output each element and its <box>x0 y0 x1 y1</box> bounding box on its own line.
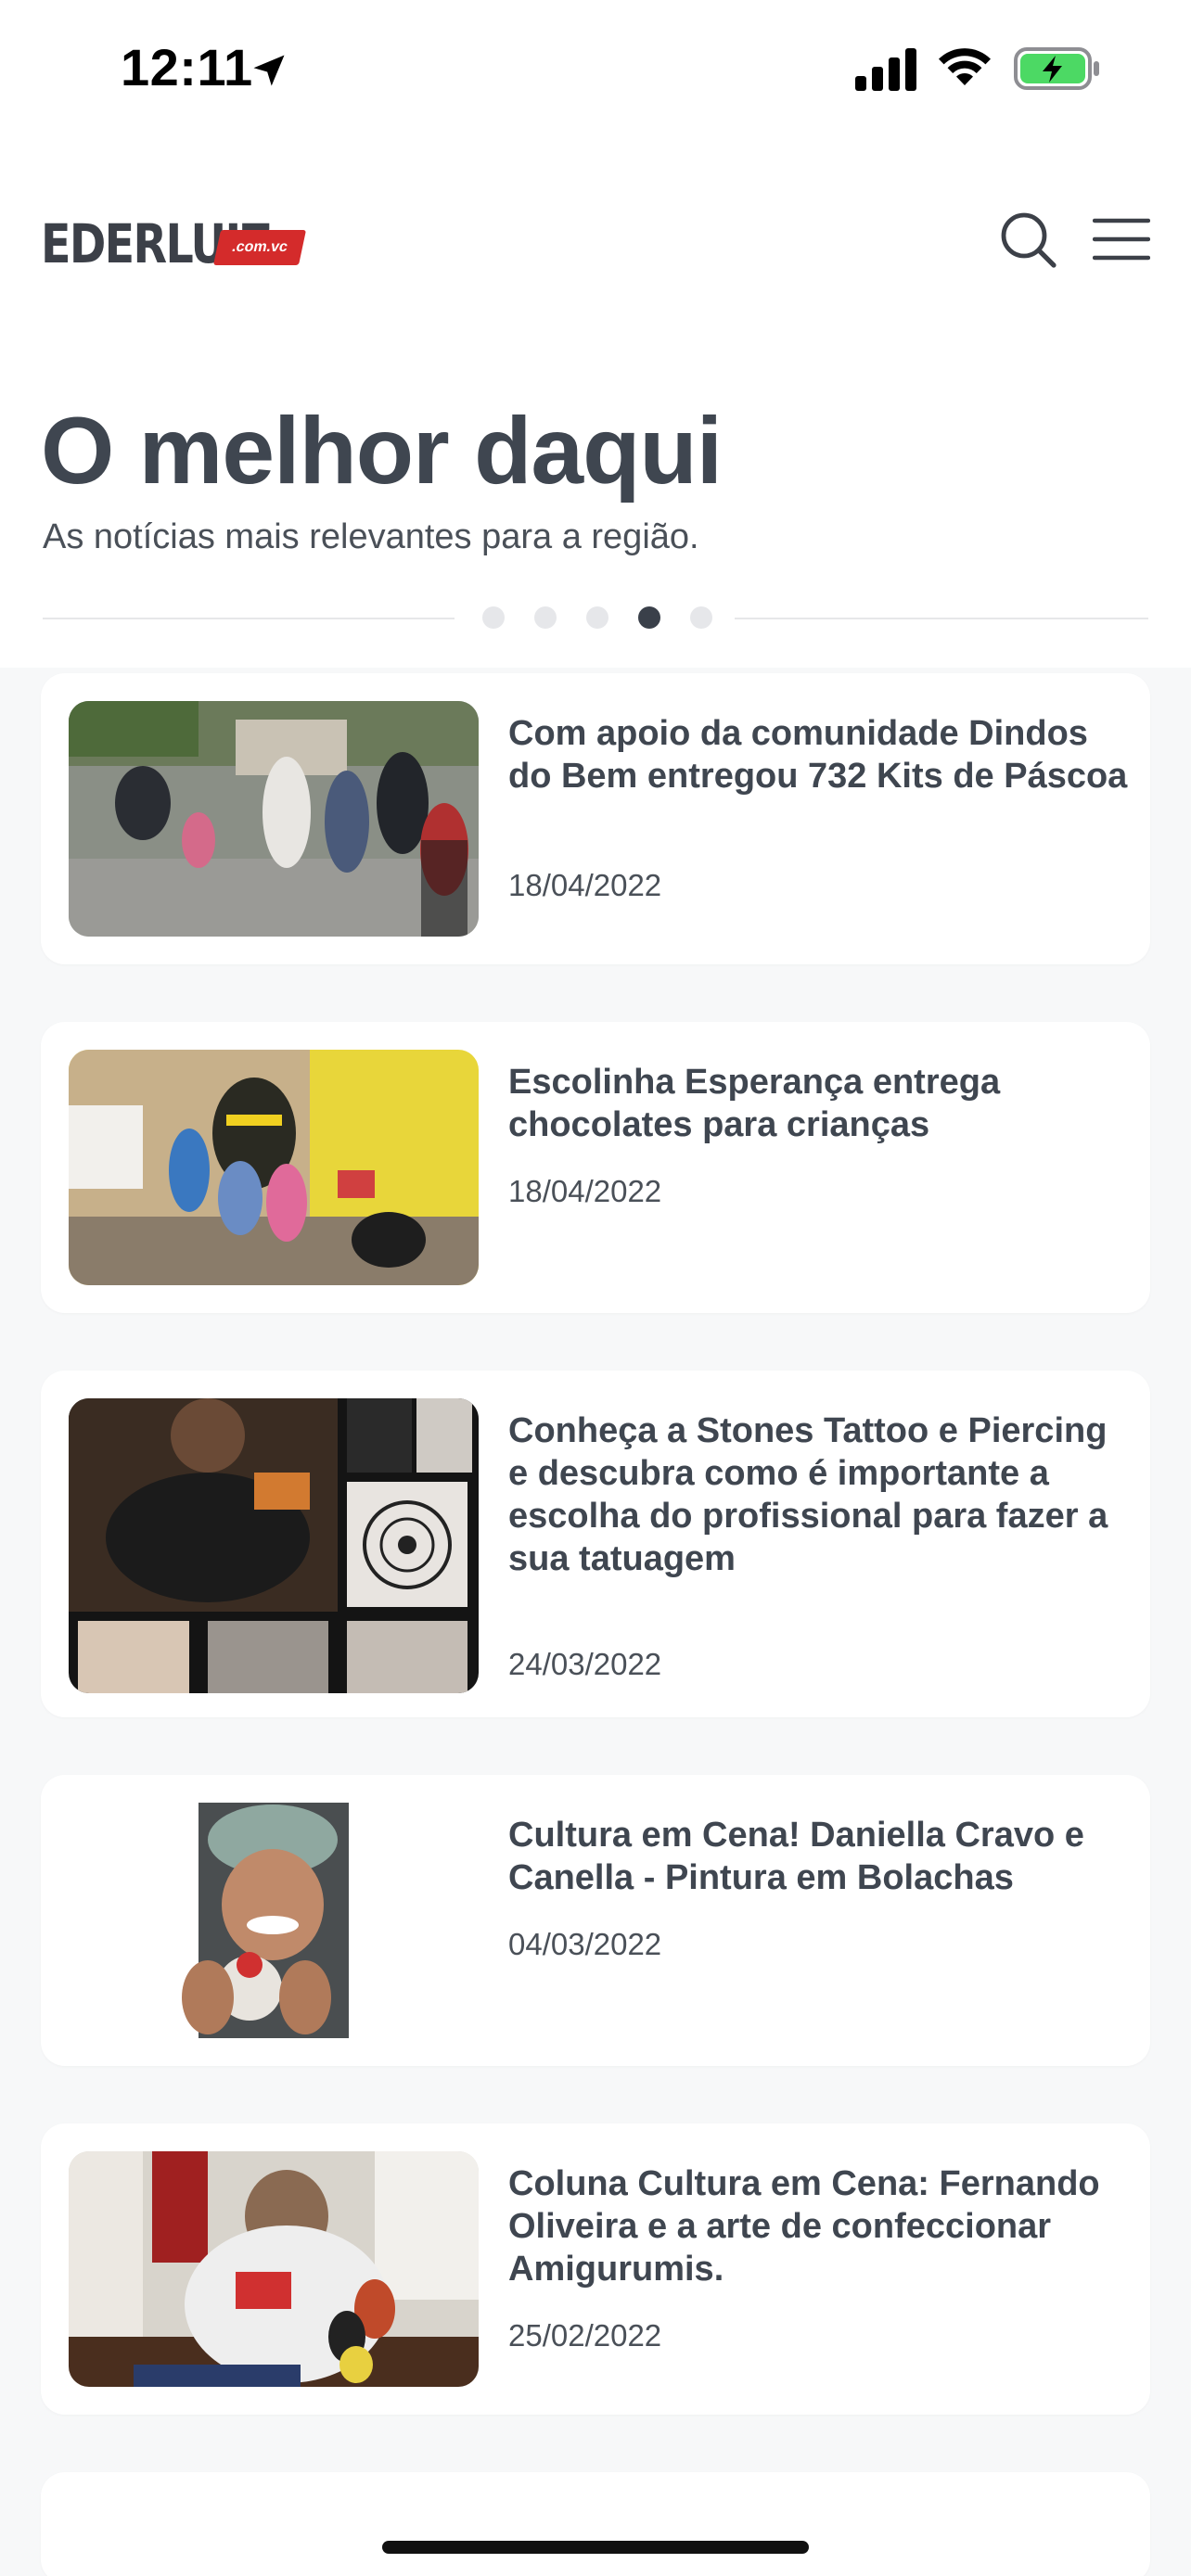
news-card[interactable]: Cultura em Cena! Daniella Cravo e Canell… <box>41 1775 1150 2066</box>
news-date: 24/03/2022 <box>508 1647 662 1681</box>
status-bar: 12:11 <box>0 0 1191 139</box>
logo-badge: .com.vc <box>212 230 307 265</box>
page-subtitle: As notícias mais relevantes para a regiã… <box>43 517 699 556</box>
site-logo[interactable]: EDERLUIZ .com.vc <box>41 211 321 271</box>
news-date: 25/02/2022 <box>508 2318 662 2353</box>
news-thumbnail[interactable] <box>69 701 479 937</box>
divider <box>43 618 455 619</box>
location-arrow-icon <box>253 55 285 86</box>
home-indicator[interactable] <box>382 2541 809 2554</box>
news-title[interactable]: Conheça a Stones Tattoo e Piercing e des… <box>508 1409 1130 1580</box>
carousel-dot[interactable] <box>534 606 557 629</box>
carousel-dots <box>482 606 712 629</box>
carousel-dot[interactable] <box>690 606 712 629</box>
search-icon[interactable] <box>998 210 1057 269</box>
news-thumbnail[interactable] <box>69 2151 479 2387</box>
news-card[interactable]: Coluna Cultura em Cena: Fernando Oliveir… <box>41 2123 1150 2415</box>
news-card[interactable] <box>41 2472 1150 2576</box>
news-date: 04/03/2022 <box>508 1927 662 1961</box>
news-title[interactable]: Cultura em Cena! Daniella Cravo e Canell… <box>508 1814 1130 1899</box>
news-title[interactable]: Escolinha Esperança entrega chocolates p… <box>508 1061 1130 1146</box>
divider <box>735 618 1148 619</box>
carousel-dot-active[interactable] <box>638 606 660 629</box>
carousel-dot[interactable] <box>586 606 608 629</box>
news-date: 18/04/2022 <box>508 1174 662 1208</box>
app-screen: 12:11 EDERLUIZ .com.vc O melhor daqui As… <box>0 0 1191 2576</box>
news-card[interactable]: Escolinha Esperança entrega chocolates p… <box>41 1022 1150 1313</box>
battery-charging-icon <box>1014 47 1099 90</box>
status-time: 12:11 <box>121 38 253 96</box>
news-date: 18/04/2022 <box>508 868 662 902</box>
news-thumbnail[interactable] <box>69 1398 479 1693</box>
news-card[interactable]: Conheça a Stones Tattoo e Piercing e des… <box>41 1371 1150 1717</box>
news-card[interactable]: Com apoio da comunidade Dindos do Bem en… <box>41 673 1150 964</box>
news-title[interactable]: Coluna Cultura em Cena: Fernando Oliveir… <box>508 2162 1130 2290</box>
page-title: O melhor daqui <box>41 398 723 504</box>
hamburger-menu-icon[interactable] <box>1093 215 1150 263</box>
carousel-dot[interactable] <box>482 606 505 629</box>
news-thumbnail[interactable] <box>69 1050 479 1285</box>
cellular-signal-icon <box>855 48 916 91</box>
wifi-icon <box>939 48 991 85</box>
news-title[interactable]: Com apoio da comunidade Dindos do Bem en… <box>508 712 1130 797</box>
news-thumbnail[interactable] <box>69 1803 479 2038</box>
